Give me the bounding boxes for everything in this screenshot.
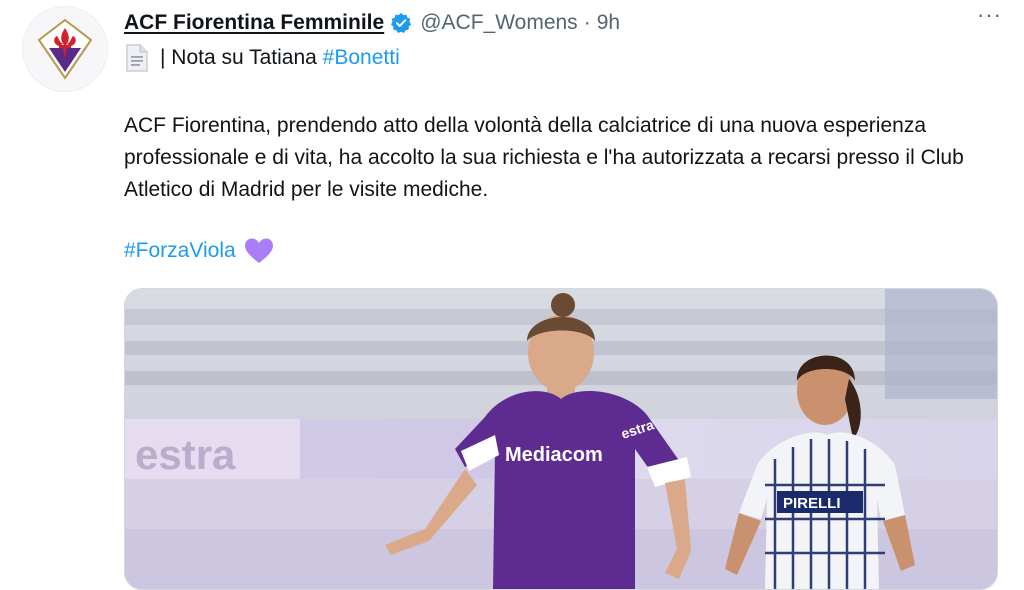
tweet-body: ACF Fiorentina, prendendo atto della vol… — [124, 114, 964, 201]
board-sponsor-text: estra — [135, 431, 236, 478]
opponent-sponsor-text: PIRELLI — [783, 495, 841, 512]
timestamp[interactable]: 9h — [597, 11, 620, 35]
account-avatar[interactable] — [22, 6, 108, 92]
more-options-icon[interactable]: ··· — [977, 2, 1002, 28]
document-icon — [124, 44, 152, 72]
fiorentina-logo-icon — [37, 18, 93, 80]
user-handle[interactable]: @ACF_Womens — [420, 11, 577, 35]
tweet-hashtags: #ForzaViola — [124, 237, 274, 265]
hashtag-forzaviola-link[interactable]: #ForzaViola — [124, 239, 236, 263]
tweet-subtitle: | Nota su Tatiana #Bonetti — [124, 44, 400, 72]
separator-dot: · — [583, 11, 591, 34]
purple-heart-icon — [244, 237, 274, 265]
verified-badge-icon — [390, 12, 412, 34]
display-name[interactable]: ACF Fiorentina Femminile — [124, 11, 384, 35]
tweet-photo[interactable]: estra Mediacom estra PIRELLI — [124, 288, 998, 590]
tweet-header: ACF Fiorentina Femminile @ACF_Womens · 9… — [124, 8, 1024, 38]
jersey-sponsor-text: Mediacom — [505, 444, 603, 466]
subtitle-text: | Nota su Tatiana — [160, 46, 323, 69]
hashtag-bonetti-link[interactable]: #Bonetti — [323, 46, 400, 70]
